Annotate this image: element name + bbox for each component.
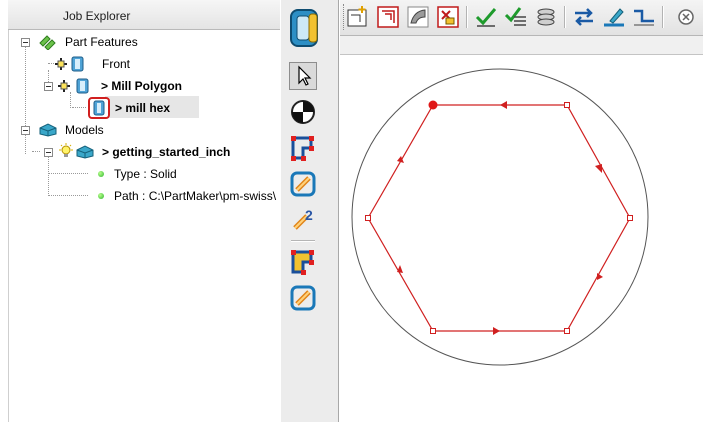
zoom-button[interactable] xyxy=(676,5,700,29)
edit-level-button[interactable] xyxy=(602,5,626,29)
select-button[interactable] xyxy=(289,62,317,90)
face-icon xyxy=(71,56,84,72)
svg-text:2: 2 xyxy=(305,207,313,223)
vertex-marker[interactable] xyxy=(627,215,633,221)
tree-item-type: Type : Solid xyxy=(9,164,280,184)
add-element-icon xyxy=(347,6,367,27)
toolbar-separator xyxy=(564,6,566,28)
stack-button[interactable] xyxy=(534,5,558,29)
tool-strip: 2 xyxy=(281,0,339,422)
tree-item-label: Path : C:\PartMaker\pm-swiss\ xyxy=(114,189,277,203)
chain-link-icon: 2 xyxy=(293,207,313,230)
tree-item-front[interactable]: Front xyxy=(9,54,280,74)
center-point-button[interactable] xyxy=(289,98,317,126)
vertex-marker[interactable] xyxy=(564,328,570,334)
check-icon xyxy=(475,8,497,27)
mill-operation-icon xyxy=(88,97,110,119)
step-button[interactable] xyxy=(632,5,656,29)
offset-button[interactable] xyxy=(376,5,400,29)
collapse-toggle[interactable] xyxy=(44,82,53,91)
toolpath-drawing xyxy=(351,68,649,366)
vertex-marker[interactable] xyxy=(365,215,371,221)
direction-arrow xyxy=(500,101,507,109)
delete-button[interactable] xyxy=(436,5,460,29)
zoom-icon xyxy=(678,9,694,25)
swap-direction-icon xyxy=(575,8,593,26)
lightbulb-icon xyxy=(59,143,73,157)
hexagon-path xyxy=(367,104,631,332)
solid-model-icon xyxy=(76,145,94,159)
tree-item-label: > mill hex xyxy=(115,101,171,115)
tree-item-label: > Mill Polygon xyxy=(101,79,183,93)
polygon-path-alt-button[interactable] xyxy=(289,248,317,276)
explorer-header: Job Explorer xyxy=(8,0,280,30)
start-point-marker[interactable] xyxy=(428,100,438,110)
add-element-button[interactable] xyxy=(346,5,370,29)
collapse-toggle[interactable] xyxy=(21,38,30,47)
select-arrow-icon xyxy=(298,65,312,86)
top-toolbar xyxy=(340,0,703,36)
tree-item-label: Front xyxy=(102,57,131,71)
step-icon xyxy=(634,9,654,26)
job-tree: Part Features Front > Mill Polygon > mil… xyxy=(8,30,280,422)
tree-item-label: > getting_started_inch xyxy=(102,145,231,159)
check-list-icon xyxy=(504,7,526,26)
part-features-icon xyxy=(39,35,56,50)
check-list-button[interactable] xyxy=(504,5,528,29)
link-path-alt-button[interactable] xyxy=(289,284,317,312)
green-bullet-icon xyxy=(98,171,104,177)
axis-cross-icon xyxy=(58,80,70,92)
delete-icon xyxy=(437,6,459,28)
stack-icon xyxy=(537,8,555,26)
tree-item-label: Models xyxy=(65,123,104,137)
feature-icon[interactable] xyxy=(287,8,323,48)
check-button[interactable] xyxy=(474,5,498,29)
swap-direction-button[interactable] xyxy=(572,5,596,29)
canvas-top-frame xyxy=(340,36,703,54)
direction-arrow xyxy=(597,273,603,280)
offset-icon xyxy=(377,6,399,28)
surface-button[interactable] xyxy=(406,5,430,29)
tree-item-label: Type : Solid xyxy=(114,167,177,181)
graphics-canvas[interactable] xyxy=(340,54,703,422)
stock-boundary-circle xyxy=(351,68,649,366)
vertex-marker[interactable] xyxy=(430,328,436,334)
polygon-path-alt-icon xyxy=(291,250,314,275)
collapse-toggle[interactable] xyxy=(44,148,53,157)
axis-cross-icon xyxy=(55,58,67,70)
tree-item-getting-started-inch[interactable]: > getting_started_inch xyxy=(9,142,280,162)
green-bullet-icon xyxy=(98,193,104,199)
polygon-path-icon xyxy=(291,136,314,161)
tree-item-path: Path : C:\PartMaker\pm-swiss\ xyxy=(9,186,280,206)
tree-item-label: Part Features xyxy=(65,35,138,49)
direction-arrow xyxy=(595,164,602,173)
tree-item-part-features[interactable]: Part Features xyxy=(9,32,280,52)
link-path-button[interactable] xyxy=(289,170,317,198)
tree-item-mill-polygon[interactable]: > Mill Polygon xyxy=(9,76,280,96)
collapse-toggle[interactable] xyxy=(21,126,30,135)
tree-item-mill-hex[interactable]: > mill hex xyxy=(9,97,280,119)
chain-link-button[interactable]: 2 xyxy=(289,206,317,234)
tree-item-models[interactable]: Models xyxy=(9,120,280,140)
link-path-alt-icon xyxy=(290,285,316,311)
vertex-marker[interactable] xyxy=(564,102,570,108)
toolbar-separator xyxy=(466,6,468,28)
face-icon xyxy=(76,78,89,94)
edit-level-icon xyxy=(604,8,624,27)
direction-arrow xyxy=(493,327,500,335)
toolbar-separator xyxy=(662,6,664,28)
surface-icon xyxy=(407,6,429,28)
polygon-path-button[interactable] xyxy=(289,134,317,162)
link-path-icon xyxy=(290,171,316,197)
center-point-icon xyxy=(291,100,315,124)
job-explorer-panel: Job Explorer Part Features Front > Mill … xyxy=(0,0,280,422)
models-icon xyxy=(39,123,57,137)
explorer-title: Job Explorer xyxy=(63,9,131,23)
strip-separator xyxy=(291,240,315,242)
